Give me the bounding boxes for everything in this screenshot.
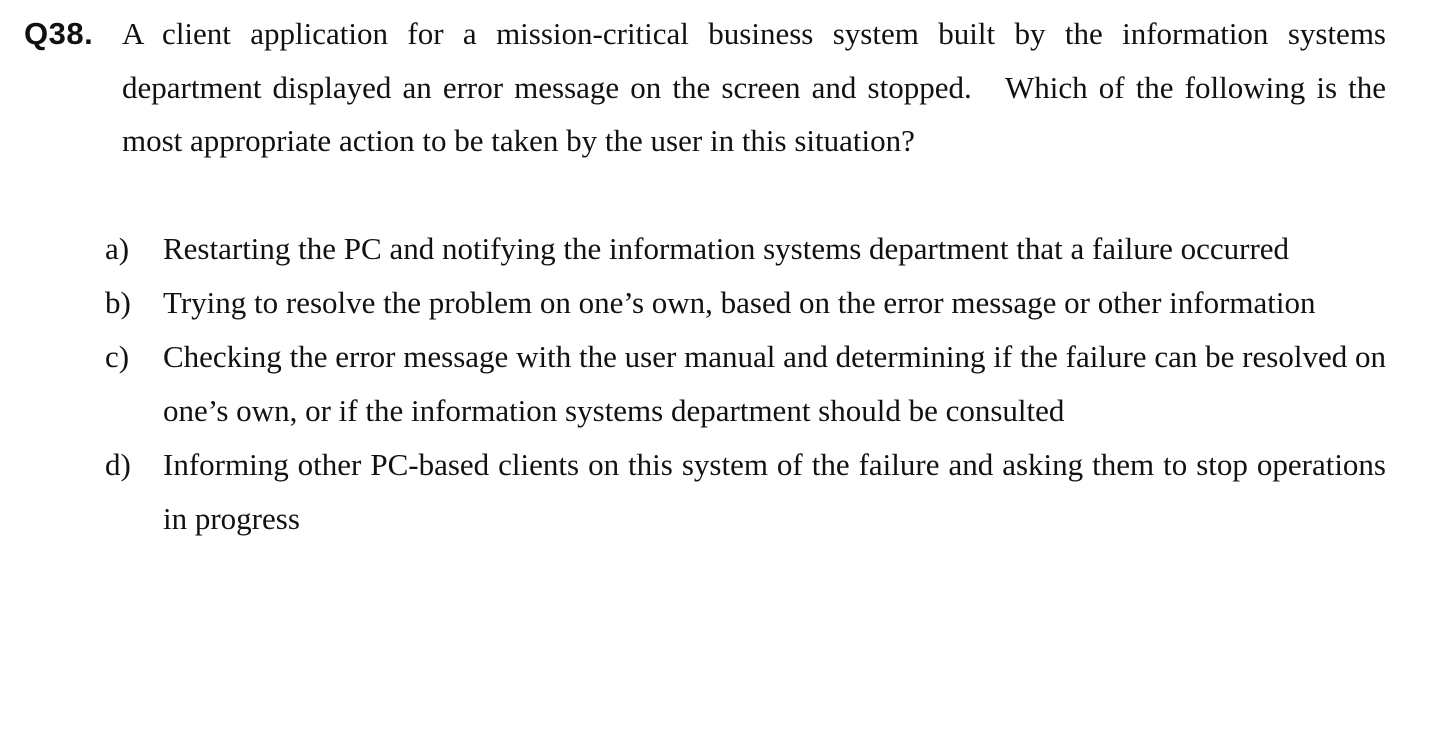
- option-text: Trying to resolve the problem on one’s o…: [163, 285, 1316, 320]
- answer-option-a: a) Restarting the PC and notifying the i…: [105, 222, 1386, 276]
- answer-option-b: b) Trying to resolve the problem on one’…: [105, 276, 1386, 330]
- option-letter: c): [105, 339, 130, 374]
- question-text: A client application for a mission-criti…: [122, 16, 1386, 158]
- option-letter: b): [105, 285, 131, 320]
- question-block: Q38. A client application for a mission-…: [24, 7, 1386, 168]
- question-number: Q38.: [24, 16, 94, 51]
- option-text: Checking the error message with the user…: [163, 339, 1386, 428]
- answer-option-c: c) Checking the error message with the u…: [105, 330, 1386, 438]
- answer-options-list: a) Restarting the PC and notifying the i…: [105, 222, 1386, 546]
- option-text: Restarting the PC and notifying the info…: [163, 231, 1290, 266]
- option-text: Informing other PC-based clients on this…: [163, 447, 1386, 536]
- option-letter: d): [105, 447, 131, 482]
- option-letter: a): [105, 231, 130, 266]
- answer-option-d: d) Informing other PC-based clients on t…: [105, 438, 1386, 546]
- exam-question-page: Q38. A client application for a mission-…: [0, 0, 1450, 730]
